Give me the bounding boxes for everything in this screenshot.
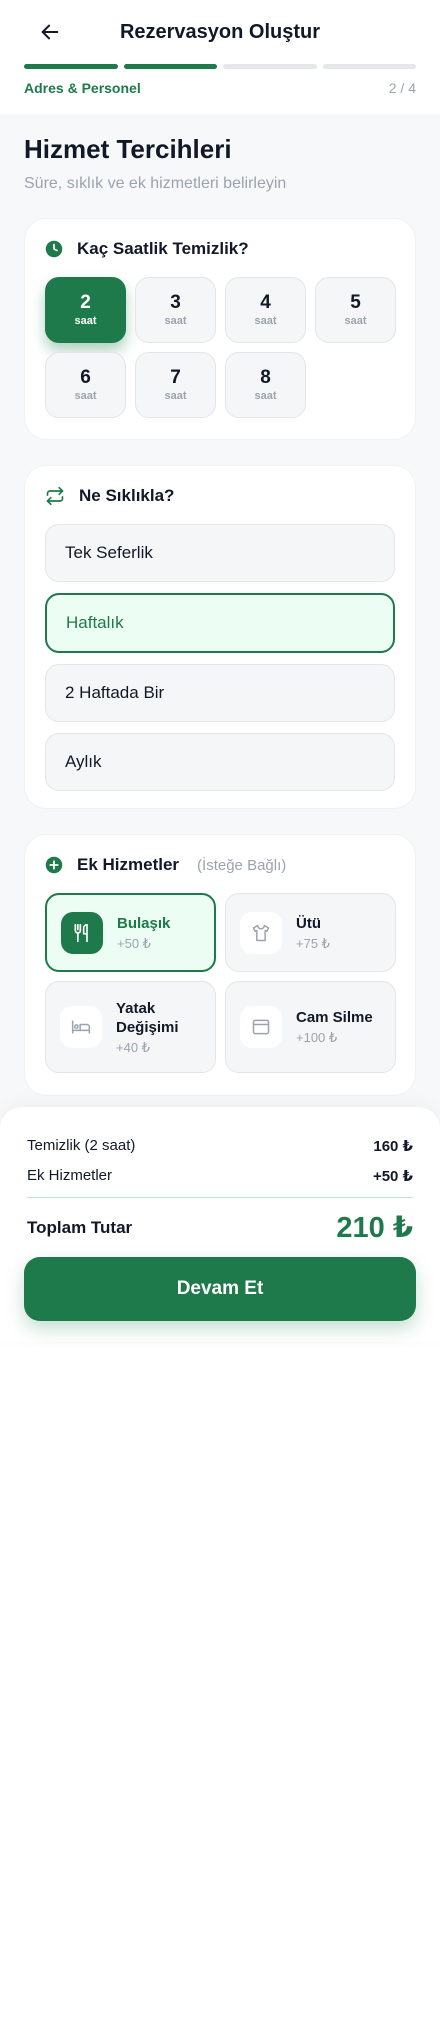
summary-cleaning-label: Temizlik (2 saat) bbox=[27, 1137, 136, 1154]
extra-price: +50 ₺ bbox=[117, 935, 151, 951]
step-count: 2 / 4 bbox=[388, 80, 416, 96]
extra-option-ironing[interactable]: Ütü +75 ₺ bbox=[225, 893, 396, 972]
extra-name: Cam Silme bbox=[296, 1009, 373, 1026]
page-title: Rezervasyon Oluştur bbox=[119, 20, 321, 43]
extra-option-window-cleaning[interactable]: Cam Silme +100 ₺ bbox=[225, 981, 396, 1073]
extra-option-dishes[interactable]: Bulaşık +50 ₺ bbox=[45, 893, 216, 972]
extra-icon-box bbox=[240, 911, 282, 954]
section-subtitle: Süre, sıklık ve ek hizmetleri belirleyin bbox=[24, 175, 287, 192]
extra-text: Cam Silme +100 ₺ bbox=[296, 1008, 373, 1046]
extra-price: +40 ₺ bbox=[116, 1039, 150, 1055]
extras-card-header: Ek Hizmetler (İsteğe Bağlı) bbox=[45, 855, 395, 875]
hour-value: 5 bbox=[350, 292, 361, 313]
extra-text: Yatak Değişimi +40 ₺ bbox=[116, 999, 186, 1056]
extra-icon-box bbox=[60, 1006, 102, 1048]
summary-extras-value: +50 ₺ bbox=[372, 1168, 413, 1185]
extra-text: Ütü +75 ₺ bbox=[296, 914, 330, 952]
summary-cleaning-value: 160 ₺ bbox=[373, 1138, 413, 1155]
progress-bar bbox=[24, 64, 416, 69]
hour-unit: saat bbox=[74, 390, 97, 402]
extra-name: Ütü bbox=[296, 914, 321, 932]
extras-grid: Bulaşık +50 ₺ Ütü +75 ₺ Yatak Değişimi +… bbox=[45, 893, 396, 1073]
total-value: 210 ₺ bbox=[336, 1212, 413, 1244]
optional-label: (İsteğe Bağlı) bbox=[197, 856, 287, 874]
extras-card-title: Ek Hizmetler bbox=[77, 855, 180, 874]
frequency-card-header: Ne Sıklıkla? bbox=[45, 486, 395, 506]
extra-price: +100 ₺ bbox=[296, 1030, 338, 1045]
extra-icon-box bbox=[61, 911, 103, 954]
hour-value: 6 bbox=[80, 367, 91, 388]
shirt-icon bbox=[252, 924, 270, 941]
hour-option-4[interactable]: 4 saat bbox=[225, 277, 306, 343]
step-row: Adres & Personel 2 / 4 bbox=[24, 80, 416, 96]
extra-price: +75 ₺ bbox=[296, 935, 330, 951]
hours-grid: 2 saat 3 saat 4 saat 5 saat 6 saat 7 saat 8 saa… bbox=[45, 277, 396, 418]
summary-extras-label: Ek Hizmetler bbox=[27, 1167, 113, 1184]
hour-value: 7 bbox=[170, 367, 181, 388]
hour-unit: saat bbox=[74, 315, 97, 327]
section-title: Hizmet Tercihleri bbox=[24, 134, 232, 164]
back-button[interactable] bbox=[32, 14, 68, 50]
main-content: Hizmet Tercihleri Süre, sıklık ve ek hiz… bbox=[0, 114, 440, 1096]
extra-icon-box bbox=[240, 1006, 282, 1048]
hour-unit: saat bbox=[164, 390, 187, 402]
hours-card: Kaç Saatlik Temizlik? 2 saat 3 saat 4 saat … bbox=[24, 218, 416, 440]
booking-screen: Rezervasyon Oluştur Adres & Personel 2 /… bbox=[0, 0, 440, 1342]
hour-value: 3 bbox=[170, 292, 181, 313]
frequency-options: Tek Seferlik Haftalık 2 Haftada Bir Aylı… bbox=[45, 524, 395, 791]
hour-option-3[interactable]: 3 saat bbox=[135, 277, 216, 343]
repeat-icon bbox=[46, 486, 64, 506]
hour-option-6[interactable]: 6 saat bbox=[45, 352, 126, 418]
progress-segment-1 bbox=[24, 64, 118, 69]
hours-card-title: Kaç Saatlik Temizlik? bbox=[77, 239, 249, 258]
hour-unit: saat bbox=[254, 315, 277, 327]
hour-option-7[interactable]: 7 saat bbox=[135, 352, 216, 418]
clock-icon bbox=[45, 240, 63, 258]
frequency-option-biweekly[interactable]: 2 Haftada Bir bbox=[45, 664, 395, 722]
total-label: Toplam Tutar bbox=[27, 1217, 133, 1237]
hour-option-5[interactable]: 5 saat bbox=[315, 277, 396, 343]
price-summary: Temizlik (2 saat) 160 ₺ Ek Hizmetler +50… bbox=[0, 1107, 440, 1342]
bed-icon bbox=[71, 1020, 91, 1034]
continue-button[interactable]: Devam Et bbox=[24, 1257, 416, 1321]
extra-name: Yatak Değişimi bbox=[116, 999, 179, 1036]
extra-name: Bulaşık bbox=[117, 914, 171, 932]
summary-row-cleaning: Temizlik (2 saat) 160 ₺ bbox=[27, 1137, 413, 1155]
window-icon bbox=[252, 1019, 270, 1035]
header: Rezervasyon Oluştur Adres & Personel 2 /… bbox=[0, 0, 440, 114]
summary-row-extras: Ek Hizmetler +50 ₺ bbox=[27, 1167, 413, 1185]
progress-segment-4 bbox=[322, 64, 416, 69]
hour-value: 8 bbox=[260, 367, 271, 388]
frequency-card-title: Ne Sıklıkla? bbox=[79, 486, 175, 505]
summary-total-row: Toplam Tutar 210 ₺ bbox=[27, 1210, 413, 1245]
top-bar: Rezervasyon Oluştur bbox=[24, 0, 416, 64]
frequency-card: Ne Sıklıkla? Tek Seferlik Haftalık 2 Haf… bbox=[24, 465, 416, 809]
hours-card-header: Kaç Saatlik Temizlik? bbox=[45, 239, 395, 259]
progress-segment-3 bbox=[223, 64, 317, 69]
plus-circle-icon bbox=[45, 856, 63, 874]
extra-option-bed-change[interactable]: Yatak Değişimi +40 ₺ bbox=[45, 981, 216, 1073]
utensils-icon bbox=[74, 923, 88, 942]
hour-value: 2 bbox=[80, 292, 91, 313]
step-label: Adres & Personel bbox=[24, 80, 141, 96]
extra-text: Bulaşık +50 ₺ bbox=[117, 914, 170, 952]
extras-card: Ek Hizmetler (İsteğe Bağlı) Bulaşık +50 … bbox=[24, 834, 416, 1096]
frequency-option-once[interactable]: Tek Seferlik bbox=[45, 524, 395, 582]
hour-option-2[interactable]: 2 saat bbox=[45, 277, 126, 343]
frequency-option-monthly[interactable]: Aylık bbox=[45, 733, 395, 791]
hour-unit: saat bbox=[344, 315, 367, 327]
hour-unit: saat bbox=[164, 315, 187, 327]
progress-segment-2 bbox=[123, 64, 217, 69]
hour-unit: saat bbox=[254, 390, 277, 402]
arrow-left-icon bbox=[41, 24, 59, 40]
hour-option-8[interactable]: 8 saat bbox=[225, 352, 306, 418]
frequency-option-weekly[interactable]: Haftalık bbox=[45, 593, 395, 653]
summary-divider bbox=[27, 1197, 413, 1198]
hour-value: 4 bbox=[260, 292, 271, 313]
